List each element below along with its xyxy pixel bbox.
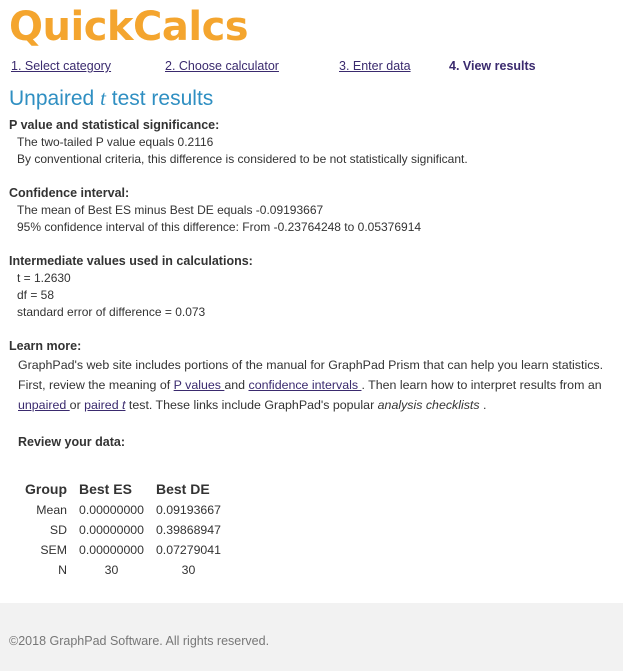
- column-header-best-de: Best DE: [155, 481, 210, 497]
- table-row: SEM 0.00000000 0.07279041: [19, 540, 227, 560]
- unpaired-link[interactable]: unpaired: [18, 398, 70, 412]
- mean-difference-line: The mean of Best ES minus Best DE equals…: [17, 203, 324, 217]
- table-row: SD 0.00000000 0.39868947: [19, 520, 227, 540]
- quickcalcs-logo: QuickCalcs: [9, 4, 249, 50]
- wizard-steps: 1. Select category 2. Choose calculator …: [0, 59, 623, 77]
- learn-text-6: .: [479, 398, 487, 412]
- cell-best-es: 0.00000000: [79, 503, 144, 517]
- learn-text-3: . Then learn how to interpret results fr…: [361, 378, 602, 392]
- row-label: Mean: [36, 503, 67, 517]
- cell-best-es: 30: [104, 563, 119, 577]
- row-label: SEM: [40, 543, 67, 557]
- step-enter-data-link[interactable]: 3. Enter data: [339, 59, 411, 73]
- step-select-category-link[interactable]: 1. Select category: [11, 59, 111, 73]
- table-row: Mean 0.00000000 0.09193667: [19, 500, 227, 520]
- analysis-checklists-text: analysis checklists: [377, 398, 480, 412]
- t-value: t = 1.2630: [17, 271, 71, 285]
- learn-text-4: or: [69, 398, 85, 412]
- review-data-heading: Review your data:: [18, 435, 125, 449]
- page-title-post: test results: [105, 87, 214, 110]
- significance-line: By conventional criteria, this differenc…: [17, 152, 468, 166]
- page-title-pre: Unpaired: [9, 87, 101, 110]
- ci-heading: Confidence interval:: [9, 186, 130, 200]
- learn-more-section: Learn more: GraphPad's web site includes…: [9, 338, 614, 415]
- confidence-intervals-link[interactable]: confidence intervals: [249, 378, 362, 392]
- table-row: N 30 30: [19, 560, 227, 580]
- page-footer: ©2018 GraphPad Software. All rights rese…: [0, 603, 623, 671]
- column-header-best-es: Best ES: [79, 481, 132, 497]
- pvalue-heading: P value and statistical significance:: [9, 118, 220, 132]
- cell-best-de: 0.09193667: [155, 503, 221, 517]
- page-title: Unpaired t test results: [9, 86, 213, 111]
- learn-text-5: test. These links include GraphPad's pop…: [125, 398, 378, 412]
- step-view-results-current: 4. View results: [449, 59, 536, 73]
- p-values-link[interactable]: P values: [174, 378, 225, 392]
- row-label: SD: [49, 523, 67, 537]
- column-header-group: Group: [25, 481, 67, 497]
- step-choose-calculator[interactable]: 2. Choose calculator: [165, 59, 279, 73]
- intermediate-heading: Intermediate values used in calculations…: [9, 254, 253, 268]
- cell-best-de: 30: [181, 563, 196, 577]
- data-summary-table: Group Best ES Best DE Mean 0.00000000 0.…: [19, 478, 227, 580]
- paired-link-text[interactable]: paired: [84, 398, 122, 412]
- cell-best-es: 0.00000000: [79, 523, 144, 537]
- step-choose-calculator-link[interactable]: 2. Choose calculator: [165, 59, 279, 73]
- step-enter-data[interactable]: 3. Enter data: [339, 59, 411, 73]
- ci-line: 95% confidence interval of this differen…: [17, 220, 422, 234]
- paired-t-link[interactable]: paired t: [84, 398, 125, 412]
- learn-more-text: GraphPad's web site includes portions of…: [9, 355, 609, 415]
- copyright-text: ©2018 GraphPad Software. All rights rese…: [9, 634, 270, 648]
- cell-best-de: 0.39868947: [155, 523, 221, 537]
- cell-best-de: 0.07279041: [155, 543, 221, 557]
- cell-best-es: 0.00000000: [79, 543, 144, 557]
- step-select-category[interactable]: 1. Select category: [11, 59, 111, 73]
- df-value: df = 58: [17, 288, 55, 302]
- learn-more-heading: Learn more:: [9, 339, 82, 353]
- learn-text-2: and: [224, 378, 249, 392]
- pvalue-line: The two-tailed P value equals 0.2116: [17, 135, 214, 149]
- row-label: N: [58, 563, 67, 577]
- results-content: P value and statistical significance: Th…: [9, 117, 614, 415]
- se-value: standard error of difference = 0.073: [17, 305, 206, 319]
- table-header-row: Group Best ES Best DE: [19, 478, 227, 500]
